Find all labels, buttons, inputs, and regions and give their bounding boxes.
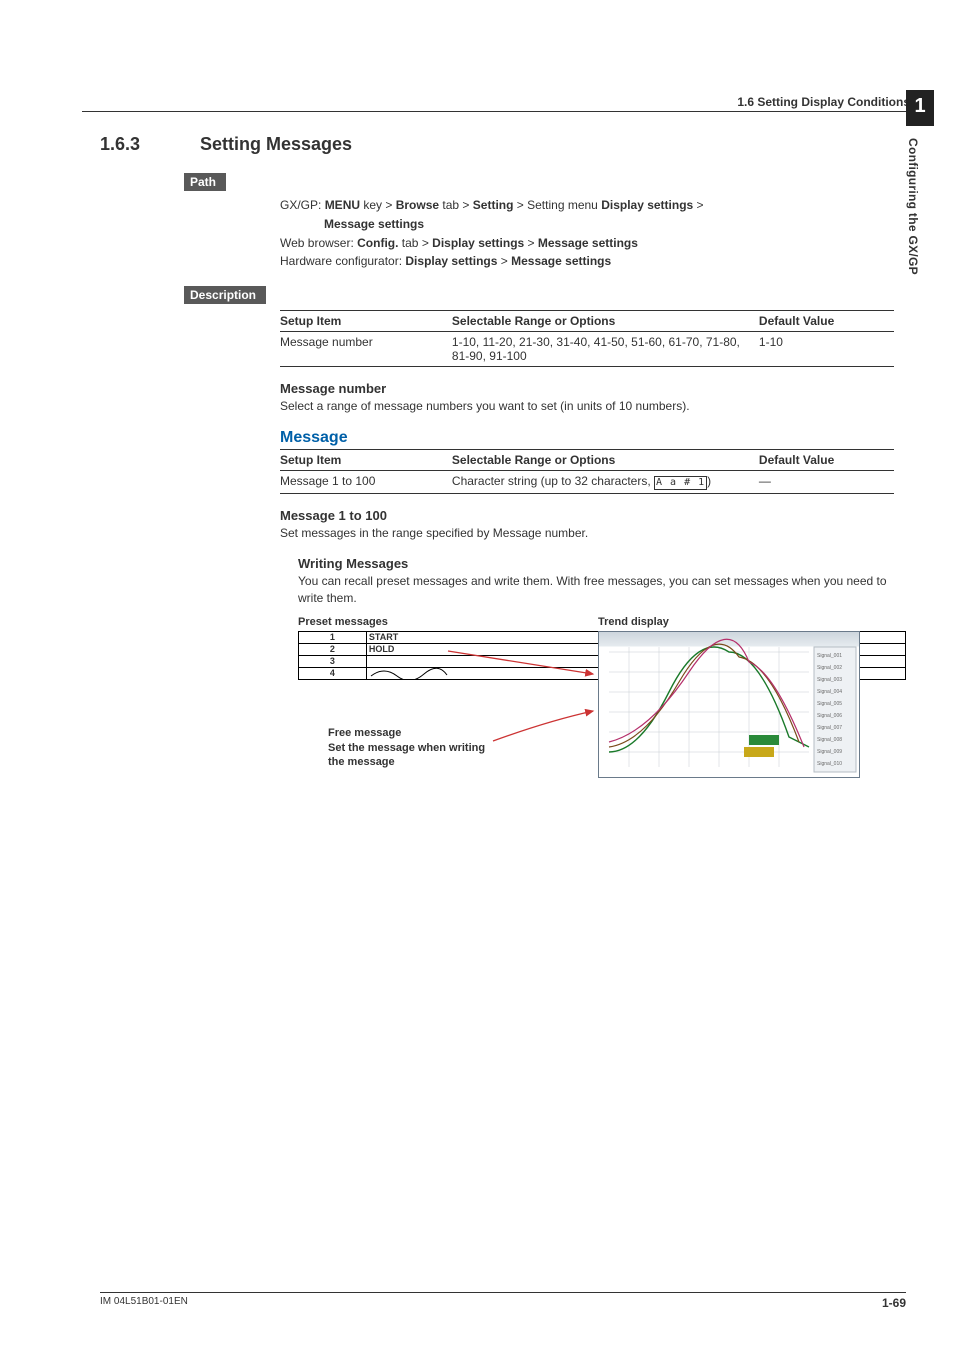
path-display-settings: Display settings — [601, 198, 693, 212]
th-setup-item: Setup Item — [280, 311, 452, 332]
running-header-text: 1.6 Setting Display Conditions — [737, 95, 910, 109]
svg-text:Signal_009: Signal_009 — [817, 749, 842, 755]
trend-display-thumbnail: Signal_001 Signal_002 Signal_003 Signal_00… — [598, 631, 860, 778]
path-sep: > — [524, 236, 538, 250]
th-default: Default Value — [759, 449, 894, 470]
path-display-settings: Display settings — [405, 254, 497, 268]
writing-messages-heading: Writing Messages — [298, 556, 906, 571]
svg-text:Signal_008: Signal_008 — [817, 737, 842, 743]
preset-row-num: 2 — [299, 644, 367, 656]
path-sep: tab > — [439, 198, 473, 212]
path-message-settings: Message settings — [324, 217, 424, 231]
svg-text:Signal_006: Signal_006 — [817, 713, 842, 719]
path-badge: Path — [184, 173, 226, 191]
path-sep: tab > — [398, 236, 432, 250]
table-row: Message 1 to 100 Character string (up to… — [280, 470, 894, 493]
illustration: Preset messages Trend display 1START 2HO… — [298, 616, 906, 786]
svg-text:Signal_004: Signal_004 — [817, 689, 842, 695]
chapter-tab-text: Configuring the GX/GP — [906, 138, 920, 275]
running-header: 1.6 Setting Display Conditions — [82, 95, 910, 112]
message-section-heading: Message — [280, 429, 906, 447]
path-block: GX/GP: MENU key > Browse tab > Setting >… — [280, 197, 906, 270]
preset-row-num: 1 — [299, 632, 367, 644]
path-sep: key > — [360, 198, 396, 212]
section-title: Setting Messages — [200, 134, 352, 155]
chapter-tab-number: 1 — [906, 90, 934, 126]
path-hw-prefix: Hardware configurator: — [280, 254, 405, 268]
doc-id: IM 04L51B01-01EN — [100, 1296, 188, 1310]
path-message-settings: Message settings — [538, 236, 638, 250]
message-1to100-body: Set messages in the range specified by M… — [280, 525, 894, 542]
free-message-line: the message — [328, 755, 485, 769]
section-heading: 1.6.3 Setting Messages — [100, 134, 906, 155]
message-number-body: Select a range of message numbers you wa… — [280, 398, 894, 415]
path-message-settings: Message settings — [511, 254, 611, 268]
char-string-text: Character string (up to 32 characters, — [452, 474, 654, 488]
cell-default: ― — [759, 470, 894, 493]
th-setup-item: Setup Item — [280, 449, 452, 470]
path-config-tab: Config. — [357, 236, 398, 250]
path-setting: Setting — [473, 198, 514, 212]
path-sep: > — [693, 198, 703, 212]
cell-setup-item: Message 1 to 100 — [280, 470, 452, 493]
svg-text:Signal_003: Signal_003 — [817, 677, 842, 683]
page-footer: IM 04L51B01-01EN 1-69 — [100, 1292, 906, 1310]
path-web-prefix: Web browser: — [280, 236, 357, 250]
char-string-close: ) — [707, 474, 711, 488]
cell-setup-item: Message number — [280, 332, 452, 367]
page-number: 1-69 — [882, 1296, 906, 1310]
free-message-line: Free message — [328, 726, 485, 740]
th-range: Selectable Range or Options — [452, 311, 759, 332]
message-content-table: Setup Item Selectable Range or Options D… — [280, 449, 894, 494]
description-badge: Description — [184, 286, 266, 304]
message-number-heading: Message number — [280, 381, 894, 396]
svg-text:Signal_005: Signal_005 — [817, 701, 842, 707]
char-type-box: A a # 1 — [654, 476, 707, 490]
free-message-line: Set the message when writing — [328, 741, 485, 755]
path-gxgp-prefix: GX/GP: — [280, 198, 325, 212]
section-number: 1.6.3 — [100, 134, 160, 155]
free-message-caption: Free message Set the message when writin… — [328, 726, 485, 769]
side-tab: 1 Configuring the GX/GP — [906, 90, 934, 410]
path-sep: > — [497, 254, 511, 268]
svg-text:Signal_010: Signal_010 — [817, 761, 842, 767]
cell-default: 1-10 — [759, 332, 894, 367]
th-default: Default Value — [759, 311, 894, 332]
svg-text:Signal_007: Signal_007 — [817, 725, 842, 731]
th-range: Selectable Range or Options — [452, 449, 759, 470]
message-1to100-heading: Message 1 to 100 — [280, 508, 894, 523]
path-display-settings: Display settings — [432, 236, 524, 250]
trend-display-label: Trend display — [598, 616, 669, 628]
message-number-table: Setup Item Selectable Range or Options D… — [280, 310, 894, 367]
preset-row-num: 4 — [299, 668, 367, 680]
path-menu-key: MENU — [325, 198, 360, 212]
writing-messages-body: You can recall preset messages and write… — [298, 573, 906, 607]
cell-range: Character string (up to 32 characters, A… — [452, 470, 759, 493]
svg-text:Signal_001: Signal_001 — [817, 653, 842, 659]
svg-text:Signal_002: Signal_002 — [817, 665, 842, 671]
trend-plot-icon: Signal_001 Signal_002 Signal_003 Signal_00… — [599, 632, 859, 777]
path-browse-tab: Browse — [396, 198, 439, 212]
preset-row-num: 3 — [299, 656, 367, 668]
path-sep: > Setting menu — [513, 198, 601, 212]
table-row: Message number 1-10, 11-20, 21-30, 31-40… — [280, 332, 894, 367]
cell-range: 1-10, 11-20, 21-30, 31-40, 41-50, 51-60,… — [452, 332, 759, 367]
preset-messages-label: Preset messages — [298, 616, 388, 628]
